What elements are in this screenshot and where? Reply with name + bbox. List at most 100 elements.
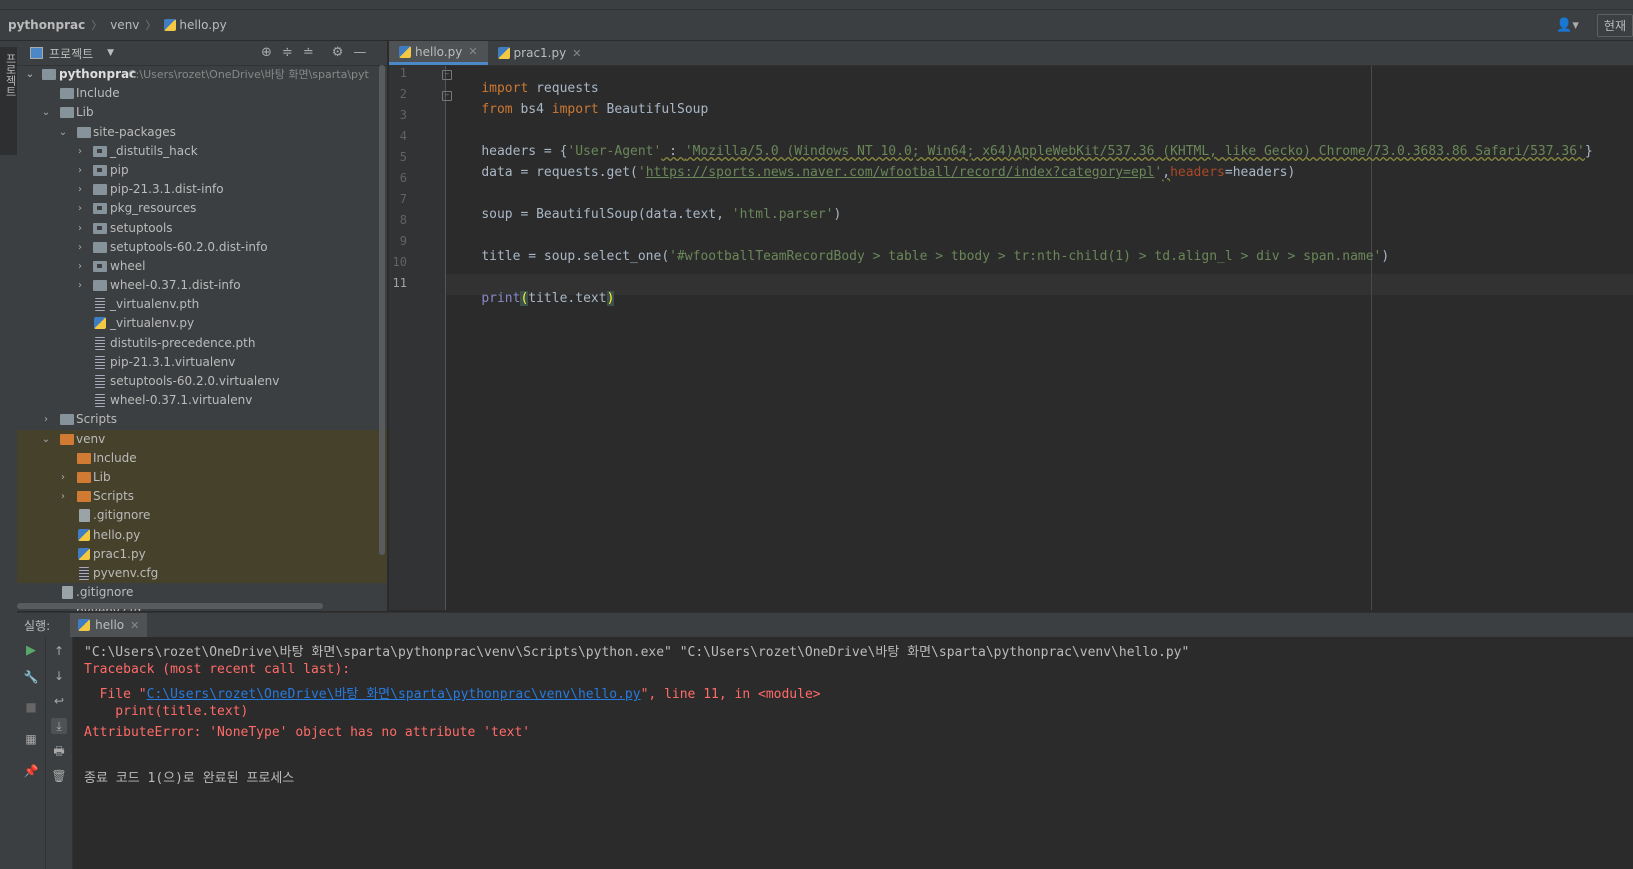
user-dropdown-icon[interactable]: 👤▾: [1556, 18, 1579, 33]
current-file-button[interactable]: 현재: [1596, 14, 1633, 37]
tree-item-label: wheel-0.37.1.virtualenv: [110, 393, 253, 408]
close-icon[interactable]: ✕: [468, 45, 477, 58]
gear-icon[interactable]: ⚙: [332, 45, 344, 60]
code-editor[interactable]: − import requests − from bs4 import Beauti…: [442, 66, 1633, 610]
chevron-down-icon[interactable]: ⌄: [41, 430, 51, 449]
tree-item[interactable]: › pkg_resources: [17, 199, 387, 218]
chevron-right-icon[interactable]: ›: [41, 410, 51, 429]
code-token: soup = BeautifulSoup(data.text,: [481, 207, 732, 222]
project-tool-tab[interactable]: 프로젝트: [0, 47, 17, 155]
chevron-right-icon[interactable]: ›: [58, 487, 68, 506]
project-panel-header: 프로젝트 ▼ ⊕ ≑ ≐ ⚙ —: [17, 41, 387, 66]
breadcrumb-venv[interactable]: venv: [110, 18, 139, 32]
close-icon[interactable]: ✕: [130, 619, 139, 632]
tree-item[interactable]: › Lib: [17, 467, 387, 488]
tree-item[interactable]: pip-21.3.1.virtualenv: [17, 353, 387, 372]
stop-icon[interactable]: ■: [23, 699, 39, 715]
tree-item-root[interactable]: ⌄ pythonprac C:\Users\rozet\OneDrive\바탕 …: [17, 65, 387, 84]
fold-icon[interactable]: −: [442, 91, 452, 101]
tree-item[interactable]: ⌄ Lib: [17, 103, 387, 122]
chevron-right-icon[interactable]: ›: [75, 199, 85, 218]
chevron-right-icon[interactable]: ›: [75, 161, 85, 180]
chevron-down-icon[interactable]: ⌄: [25, 65, 35, 84]
run-console[interactable]: "C:\Users\rozet\OneDrive\바탕 화면\sparta\py…: [73, 637, 1633, 869]
tree-item[interactable]: _virtualenv.py: [17, 314, 387, 333]
breadcrumb-file[interactable]: hello.py: [164, 18, 227, 32]
project-horizontal-scrollbar[interactable]: [17, 603, 323, 609]
chevron-down-icon[interactable]: ⌄: [41, 103, 51, 122]
tree-item-label: _distutils_hack: [110, 143, 198, 158]
pin-icon[interactable]: 📌: [23, 763, 39, 779]
tree-item[interactable]: wheel-0.37.1.virtualenv: [17, 391, 387, 410]
tree-item[interactable]: pyvenv.cfg: [17, 563, 387, 584]
tree-item[interactable]: ⌄ site-packages: [17, 123, 387, 142]
soft-wrap-icon[interactable]: ↩: [51, 693, 67, 709]
chevron-right-icon[interactable]: ›: [75, 276, 85, 295]
tree-item[interactable]: hello.py: [17, 525, 387, 545]
text-file-icon: [95, 394, 105, 408]
tab-prac1-py[interactable]: prac1.py ✕: [488, 41, 592, 65]
tree-item[interactable]: › pip: [17, 161, 387, 180]
tree-item[interactable]: › Scripts: [17, 410, 387, 429]
project-vertical-scrollbar[interactable]: [379, 65, 385, 555]
package-icon: [93, 203, 107, 215]
code-url[interactable]: https://sports.news.naver.com/wfootball/…: [646, 165, 1155, 180]
chevron-right-icon[interactable]: ›: [75, 142, 85, 161]
tree-item-label: prac1.py: [93, 546, 146, 561]
arrow-down-icon[interactable]: ↓: [51, 668, 67, 684]
console-file-link[interactable]: C:\Users\rozet\OneDrive\바탕 화면\sparta\pyt…: [147, 687, 641, 702]
chevron-right-icon[interactable]: ›: [58, 468, 68, 487]
console-token: File ": [84, 687, 147, 702]
scroll-to-end-icon[interactable]: ⤓: [51, 718, 67, 734]
python-file-icon: [78, 528, 90, 541]
chevron-right-icon[interactable]: ›: [75, 257, 85, 276]
project-view-selector[interactable]: 프로젝트 ▼: [30, 45, 114, 62]
locate-icon[interactable]: ⊕: [261, 45, 272, 60]
chevron-down-icon[interactable]: ⌄: [58, 123, 68, 142]
collapse-all-icon[interactable]: ≐: [303, 45, 314, 60]
arrow-up-icon[interactable]: ↑: [51, 643, 67, 659]
layout-icon[interactable]: ▦: [23, 731, 39, 747]
tree-item[interactable]: › wheel: [17, 257, 387, 276]
fold-icon[interactable]: −: [442, 70, 452, 80]
expand-all-icon[interactable]: ≑: [282, 45, 293, 60]
chevron-right-icon[interactable]: ›: [75, 180, 85, 199]
tree-item[interactable]: › setuptools: [17, 219, 387, 238]
minimize-icon[interactable]: —: [353, 45, 366, 60]
line-number: 11: [392, 276, 407, 290]
tree-item[interactable]: Include: [17, 84, 387, 103]
tree-item-label: Scripts: [93, 489, 135, 504]
project-tool-tab-label: 프로젝트: [4, 53, 17, 97]
run-toolbar-secondary: ↑ ↓ ↩ ⤓ 🖶 🗑: [46, 637, 73, 869]
tree-item[interactable]: ⌄ venv: [17, 429, 387, 449]
tree-item[interactable]: setuptools-60.2.0.virtualenv: [17, 372, 387, 391]
line-number-gutter: 1 2 3 4 5 6 7 8 9 10 11: [389, 66, 446, 610]
tree-item[interactable]: › _distutils_hack: [17, 142, 387, 161]
tree-item[interactable]: › Scripts: [17, 487, 387, 507]
tab-hello-py[interactable]: hello.py ✕: [389, 41, 488, 65]
console-token: ", line 11, in <module>: [640, 687, 821, 702]
text-file-icon: [95, 298, 105, 312]
title-strip: [0, 0, 1633, 10]
tree-item[interactable]: .gitignore: [17, 506, 387, 526]
tree-item[interactable]: prac1.py: [17, 544, 387, 564]
code-token: ): [1381, 249, 1390, 264]
python-file-icon: [497, 47, 510, 59]
tree-item[interactable]: › pip-21.3.1.dist-info: [17, 180, 387, 199]
trash-icon[interactable]: 🗑: [51, 768, 67, 784]
close-icon[interactable]: ✕: [572, 47, 581, 60]
tree-item[interactable]: Include: [17, 448, 387, 468]
tree-item[interactable]: › wheel-0.37.1.dist-info: [17, 276, 387, 295]
run-tab-hello[interactable]: hello ✕: [70, 613, 148, 637]
console-line: 종료 코드 1(으)로 완료된 프로세스: [84, 771, 295, 786]
print-icon[interactable]: 🖶: [51, 743, 67, 759]
run-icon[interactable]: ▶: [23, 643, 39, 659]
tree-item[interactable]: › setuptools-60.2.0.dist-info: [17, 238, 387, 257]
tree-item[interactable]: distutils-precedence.pth: [17, 334, 387, 353]
tree-item[interactable]: _virtualenv.pth: [17, 295, 387, 314]
wrench-icon[interactable]: 🔧: [23, 669, 39, 685]
chevron-right-icon[interactable]: ›: [75, 238, 85, 257]
chevron-right-icon[interactable]: ›: [75, 219, 85, 238]
breadcrumb-project[interactable]: pythonprac: [8, 18, 85, 32]
tree-item[interactable]: .gitignore: [17, 583, 387, 602]
